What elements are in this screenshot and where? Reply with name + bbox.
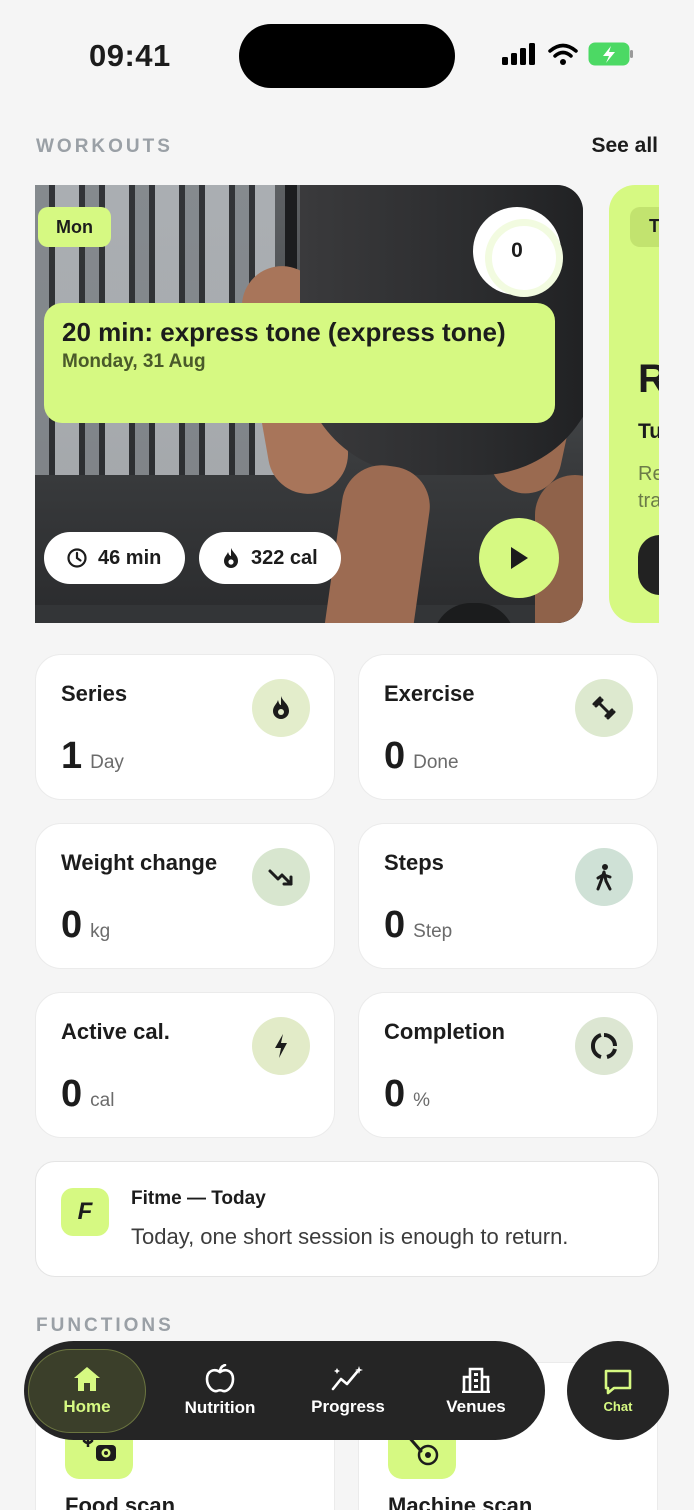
- duration-pill: 46 min: [44, 532, 185, 584]
- day-chip: Mon: [38, 207, 111, 247]
- bottom-nav: Home Nutrition Progress Venues: [24, 1341, 545, 1440]
- nav-label: Nutrition: [184, 1397, 256, 1417]
- stat-value: 0 Done: [384, 735, 459, 778]
- flame-icon: [224, 548, 238, 568]
- nav-venues[interactable]: Venues: [412, 1349, 540, 1433]
- nav-label: Venues: [446, 1396, 506, 1416]
- stat-card-exercise[interactable]: Exercise 0 Done: [358, 654, 658, 800]
- signal-icon: [502, 43, 535, 65]
- building-icon: [462, 1367, 490, 1393]
- next-day-chip: T: [630, 207, 659, 247]
- tip-title: Fitme — Today: [131, 1188, 266, 1209]
- stat-unit: cal: [90, 1090, 115, 1111]
- stat-title: Completion: [384, 1019, 505, 1044]
- next-workout-card[interactable]: T R Tu Re tra: [609, 185, 659, 623]
- clock-icon: [67, 548, 87, 568]
- dumbbell-icon: [575, 679, 633, 737]
- stat-number: 1: [61, 735, 83, 777]
- chat-button[interactable]: Chat: [567, 1341, 669, 1440]
- nav-home[interactable]: Home: [28, 1348, 146, 1433]
- workouts-section-label: WORKOUTS: [36, 136, 173, 157]
- stat-unit: Done: [413, 752, 459, 773]
- calories-text: 322 cal: [251, 546, 318, 569]
- stat-unit: kg: [90, 921, 111, 942]
- stat-number: 0: [61, 1073, 83, 1115]
- next-desc-line: Re: [638, 463, 659, 485]
- stat-title: Exercise: [384, 681, 475, 706]
- next-action-button[interactable]: [638, 535, 659, 595]
- next-description: Re tra: [638, 461, 659, 515]
- stat-unit: %: [413, 1090, 431, 1111]
- stat-unit: Day: [90, 752, 124, 773]
- next-subtitle: Tu: [638, 420, 659, 443]
- chat-icon: [604, 1369, 632, 1394]
- stat-title: Weight change: [61, 850, 218, 875]
- ring-icon: [575, 1017, 633, 1075]
- home-icon: [74, 1366, 100, 1391]
- see-all-link[interactable]: See all: [591, 134, 658, 158]
- next-desc-line: tra: [638, 490, 659, 512]
- stat-title: Steps: [384, 850, 444, 875]
- nav-label: Progress: [311, 1396, 385, 1416]
- stat-title: Series: [61, 681, 128, 706]
- workout-title-box[interactable]: 20 min: express tone (express tone) Mond…: [44, 303, 555, 423]
- stat-value: 0 cal: [61, 1073, 114, 1116]
- play-button[interactable]: [479, 518, 559, 598]
- function-title: Food scan: [65, 1493, 176, 1510]
- duration-text: 46 min: [98, 546, 162, 569]
- trend-down-icon: [252, 848, 310, 906]
- tip-text: Today, one short session is enough to re…: [131, 1224, 569, 1249]
- progress-ring: 0: [473, 207, 563, 297]
- stat-title: Active cal.: [61, 1019, 170, 1044]
- stat-number: 0: [384, 735, 406, 777]
- stat-value: 0%: [384, 1073, 430, 1116]
- workout-title: 20 min: express tone (express tone): [62, 317, 506, 347]
- progress-chart-icon: [331, 1365, 363, 1390]
- stat-number: 0: [384, 904, 406, 946]
- next-title: R: [638, 357, 659, 401]
- nav-nutrition[interactable]: Nutrition: [156, 1349, 284, 1433]
- progress-value: 0: [511, 239, 523, 262]
- stat-number: 0: [61, 904, 83, 946]
- workout-date: Monday, 31 Aug: [62, 351, 206, 372]
- walking-icon: [575, 848, 633, 906]
- stat-card-steps[interactable]: Steps 0 Step: [358, 823, 658, 969]
- flame-icon: [252, 679, 310, 737]
- calories-pill: 322 cal: [199, 532, 341, 584]
- stat-card-active-cal[interactable]: Active cal. 0 cal: [35, 992, 335, 1138]
- battery-icon: [588, 42, 633, 66]
- stat-unit: Step: [413, 921, 453, 942]
- functions-section-label: FUNCTIONS: [36, 1315, 174, 1336]
- bolt-icon: [252, 1017, 310, 1075]
- nav-label: Home: [63, 1396, 111, 1416]
- dynamic-island: [239, 24, 455, 88]
- wifi-icon: [548, 43, 578, 65]
- chat-label: Chat: [603, 1398, 633, 1414]
- fitme-logo: F: [61, 1188, 109, 1236]
- play-icon: [511, 547, 528, 569]
- stat-card-series[interactable]: Series 1 Day: [35, 654, 335, 800]
- stat-value: 0 kg: [61, 904, 110, 947]
- stat-number: 0: [384, 1073, 406, 1115]
- stat-value: 0 Step: [384, 904, 452, 947]
- stat-value: 1 Day: [61, 735, 124, 778]
- function-title: Machine scan: [388, 1493, 533, 1510]
- daily-tip-card[interactable]: F Fitme — Today Today, one short session…: [35, 1161, 659, 1277]
- fitme-logo-letter: F: [77, 1198, 93, 1225]
- status-icons: [502, 42, 634, 66]
- status-time: 09:41: [89, 38, 171, 73]
- stat-card-completion[interactable]: Completion 0%: [358, 992, 658, 1138]
- stat-card-weight[interactable]: Weight change 0 kg: [35, 823, 335, 969]
- nav-progress[interactable]: Progress: [284, 1349, 412, 1433]
- apple-icon: [205, 1363, 235, 1392]
